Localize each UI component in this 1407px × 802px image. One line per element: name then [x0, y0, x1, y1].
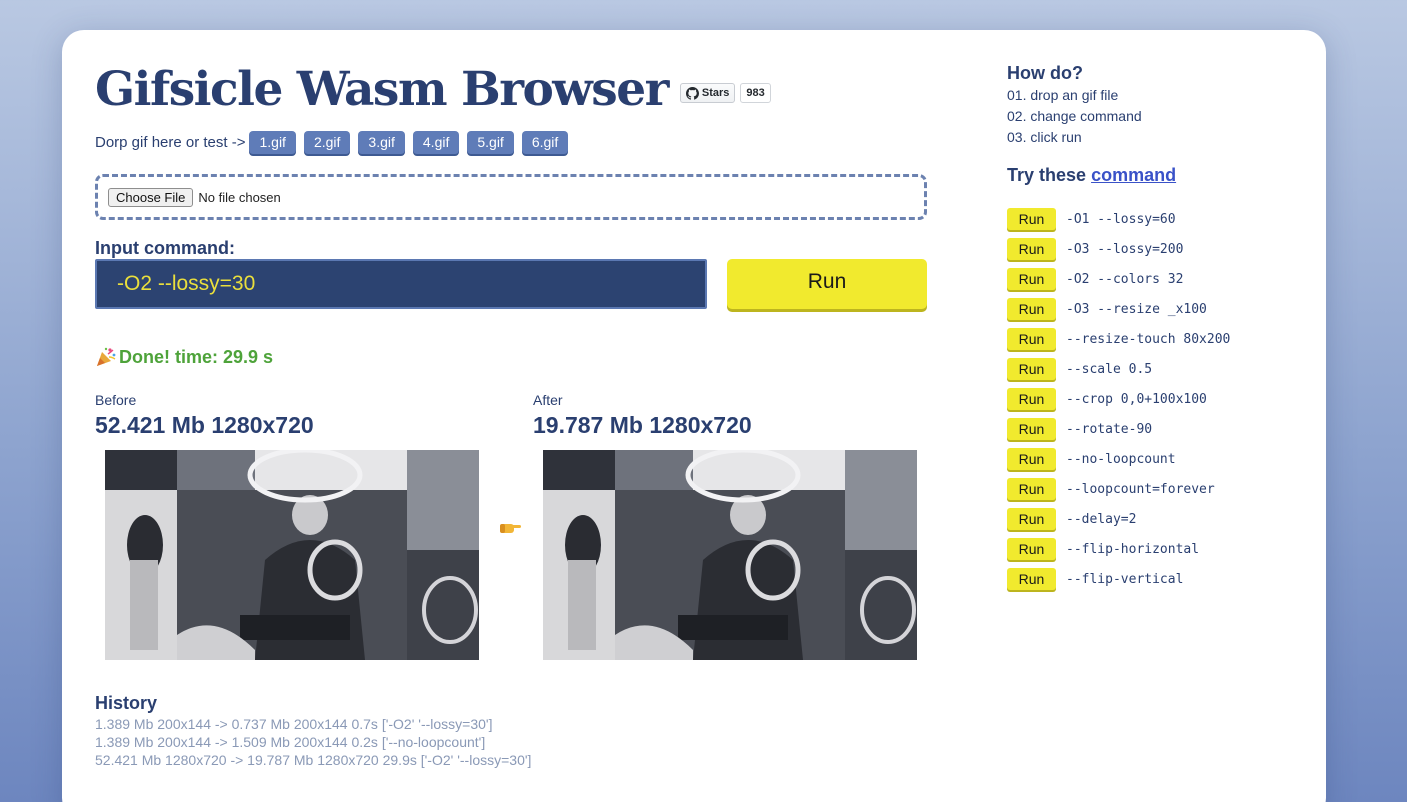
try-title-prefix: Try these: [1007, 165, 1087, 185]
howto-step: 02. change command: [1007, 108, 1142, 124]
test-gif-button-5[interactable]: 5.gif: [467, 131, 514, 154]
preset-run-button[interactable]: Run: [1007, 388, 1056, 410]
status-message: Done! time: 29.9 s: [95, 346, 273, 368]
preset-command-row: Run --flip-vertical: [1007, 564, 1230, 594]
pointing-hand-icon: [498, 520, 522, 541]
preset-run-button[interactable]: Run: [1007, 508, 1056, 530]
history-list: 1.389 Mb 200x144 -> 0.737 Mb 200x144 0.7…: [95, 715, 531, 769]
preset-command-row: Run --flip-horizontal: [1007, 534, 1230, 564]
before-gif-preview: [105, 450, 479, 660]
after-info: 19.787 Mb 1280x720: [533, 412, 752, 438]
preset-run-button[interactable]: Run: [1007, 448, 1056, 470]
preset-command-text: --flip-vertical: [1066, 571, 1184, 587]
test-gif-button-3[interactable]: 3.gif: [358, 131, 405, 154]
title-row: Gifsicle Wasm Browser Stars 983: [95, 60, 771, 120]
before-info: 52.421 Mb 1280x720: [95, 412, 314, 438]
preset-command-row: Run --resize-touch 80x200: [1007, 324, 1230, 354]
status-text: Done! time: 29.9 s: [119, 346, 274, 367]
command-docs-link[interactable]: command: [1091, 165, 1176, 185]
preset-command-row: Run -O1 --lossy=60: [1007, 204, 1230, 234]
after-gif-image: [543, 450, 917, 660]
preset-run-button[interactable]: Run: [1007, 538, 1056, 560]
run-button[interactable]: Run: [727, 259, 927, 309]
howto-step: 01. drop an gif file: [1007, 87, 1119, 103]
history-item: 1.389 Mb 200x144 -> 1.509 Mb 200x144 0.2…: [95, 734, 486, 750]
preset-command-text: --no-loopcount: [1066, 451, 1176, 467]
file-drop-zone[interactable]: Choose File No file chosen: [95, 174, 927, 220]
command-input[interactable]: -O2 --lossy=30: [95, 259, 707, 309]
preset-command-text: --resize-touch 80x200: [1066, 331, 1231, 347]
preset-command-row: Run --scale 0.5: [1007, 354, 1230, 384]
github-stars-widget[interactable]: Stars 983: [679, 83, 771, 103]
github-stars-count[interactable]: 983: [740, 83, 771, 103]
preset-command-text: --delay=2: [1066, 511, 1137, 527]
history-title: History: [95, 693, 158, 713]
preset-run-button[interactable]: Run: [1007, 298, 1056, 320]
party-popper-icon: [97, 347, 116, 366]
preset-run-button[interactable]: Run: [1007, 568, 1056, 590]
try-title: Try these command: [1007, 165, 1176, 186]
github-icon: [685, 86, 699, 100]
preset-run-button[interactable]: Run: [1007, 478, 1056, 500]
preset-command-text: -O3 --resize _x100: [1066, 301, 1207, 317]
preset-command-text: --crop 0,0+100x100: [1066, 391, 1207, 407]
preset-run-button[interactable]: Run: [1007, 238, 1056, 260]
preset-command-text: --rotate-90: [1066, 421, 1153, 437]
preset-command-row: Run -O3 --resize _x100: [1007, 294, 1230, 324]
preset-command-row: Run --loopcount=forever: [1007, 474, 1230, 504]
preset-run-button[interactable]: Run: [1007, 358, 1056, 380]
test-gif-button-6[interactable]: 6.gif: [521, 131, 569, 154]
preset-run-button[interactable]: Run: [1007, 328, 1056, 350]
history-item: 1.389 Mb 200x144 -> 0.737 Mb 200x144 0.7…: [95, 716, 493, 732]
preset-command-row: Run --delay=2: [1007, 504, 1230, 534]
after-label: After: [533, 392, 563, 408]
preset-command-row: Run -O2 --colors 32: [1007, 264, 1230, 294]
before-gif-image: [105, 450, 479, 660]
preset-command-row: Run --crop 0,0+100x100: [1007, 384, 1230, 414]
page-title: Gifsicle Wasm Browser: [95, 62, 669, 117]
preset-command-row: Run -O3 --lossy=200: [1007, 234, 1230, 264]
preset-run-button[interactable]: Run: [1007, 268, 1056, 290]
file-status: No file chosen: [198, 189, 281, 205]
preset-command-text: --flip-horizontal: [1066, 541, 1200, 557]
howto-steps: 01. drop an gif file 02. change command …: [1007, 85, 1142, 148]
preset-command-text: -O3 --lossy=200: [1066, 241, 1184, 257]
github-stars-label: Stars: [701, 87, 730, 99]
history-item: 52.421 Mb 1280x720 -> 19.787 Mb 1280x720…: [95, 752, 532, 768]
command-label: Input command:: [95, 238, 235, 258]
howto-step: 03. click run: [1007, 129, 1082, 145]
choose-file-button[interactable]: Choose File: [108, 187, 194, 207]
preset-command-row: Run --rotate-90: [1007, 414, 1230, 444]
test-gif-row: Dorp gif here or test -> 1.gif 2.gif 3.g…: [95, 131, 576, 154]
preset-run-button[interactable]: Run: [1007, 208, 1056, 230]
github-stars-button[interactable]: Stars: [679, 83, 736, 103]
preset-command-row: Run --no-loopcount: [1007, 444, 1230, 474]
main-card: Gifsicle Wasm Browser Stars 983 Dorp gif…: [62, 30, 1326, 802]
test-gif-button-4[interactable]: 4.gif: [412, 131, 460, 154]
preset-command-text: --loopcount=forever: [1066, 481, 1215, 497]
preset-command-text: --scale 0.5: [1066, 361, 1153, 377]
test-label: Dorp gif here or test ->: [95, 134, 246, 151]
preset-command-text: -O1 --lossy=60: [1066, 211, 1176, 227]
preset-command-list: Run -O1 --lossy=60 Run -O3 --lossy=200 Run…: [1007, 204, 1230, 594]
preset-command-text: -O2 --colors 32: [1066, 271, 1184, 287]
preset-run-button[interactable]: Run: [1007, 418, 1056, 440]
before-label: Before: [95, 392, 137, 408]
test-gif-button-2[interactable]: 2.gif: [303, 131, 351, 154]
after-gif-preview: [543, 450, 917, 660]
howto-title: How do?: [1007, 63, 1083, 83]
test-gif-button-1[interactable]: 1.gif: [249, 131, 296, 154]
